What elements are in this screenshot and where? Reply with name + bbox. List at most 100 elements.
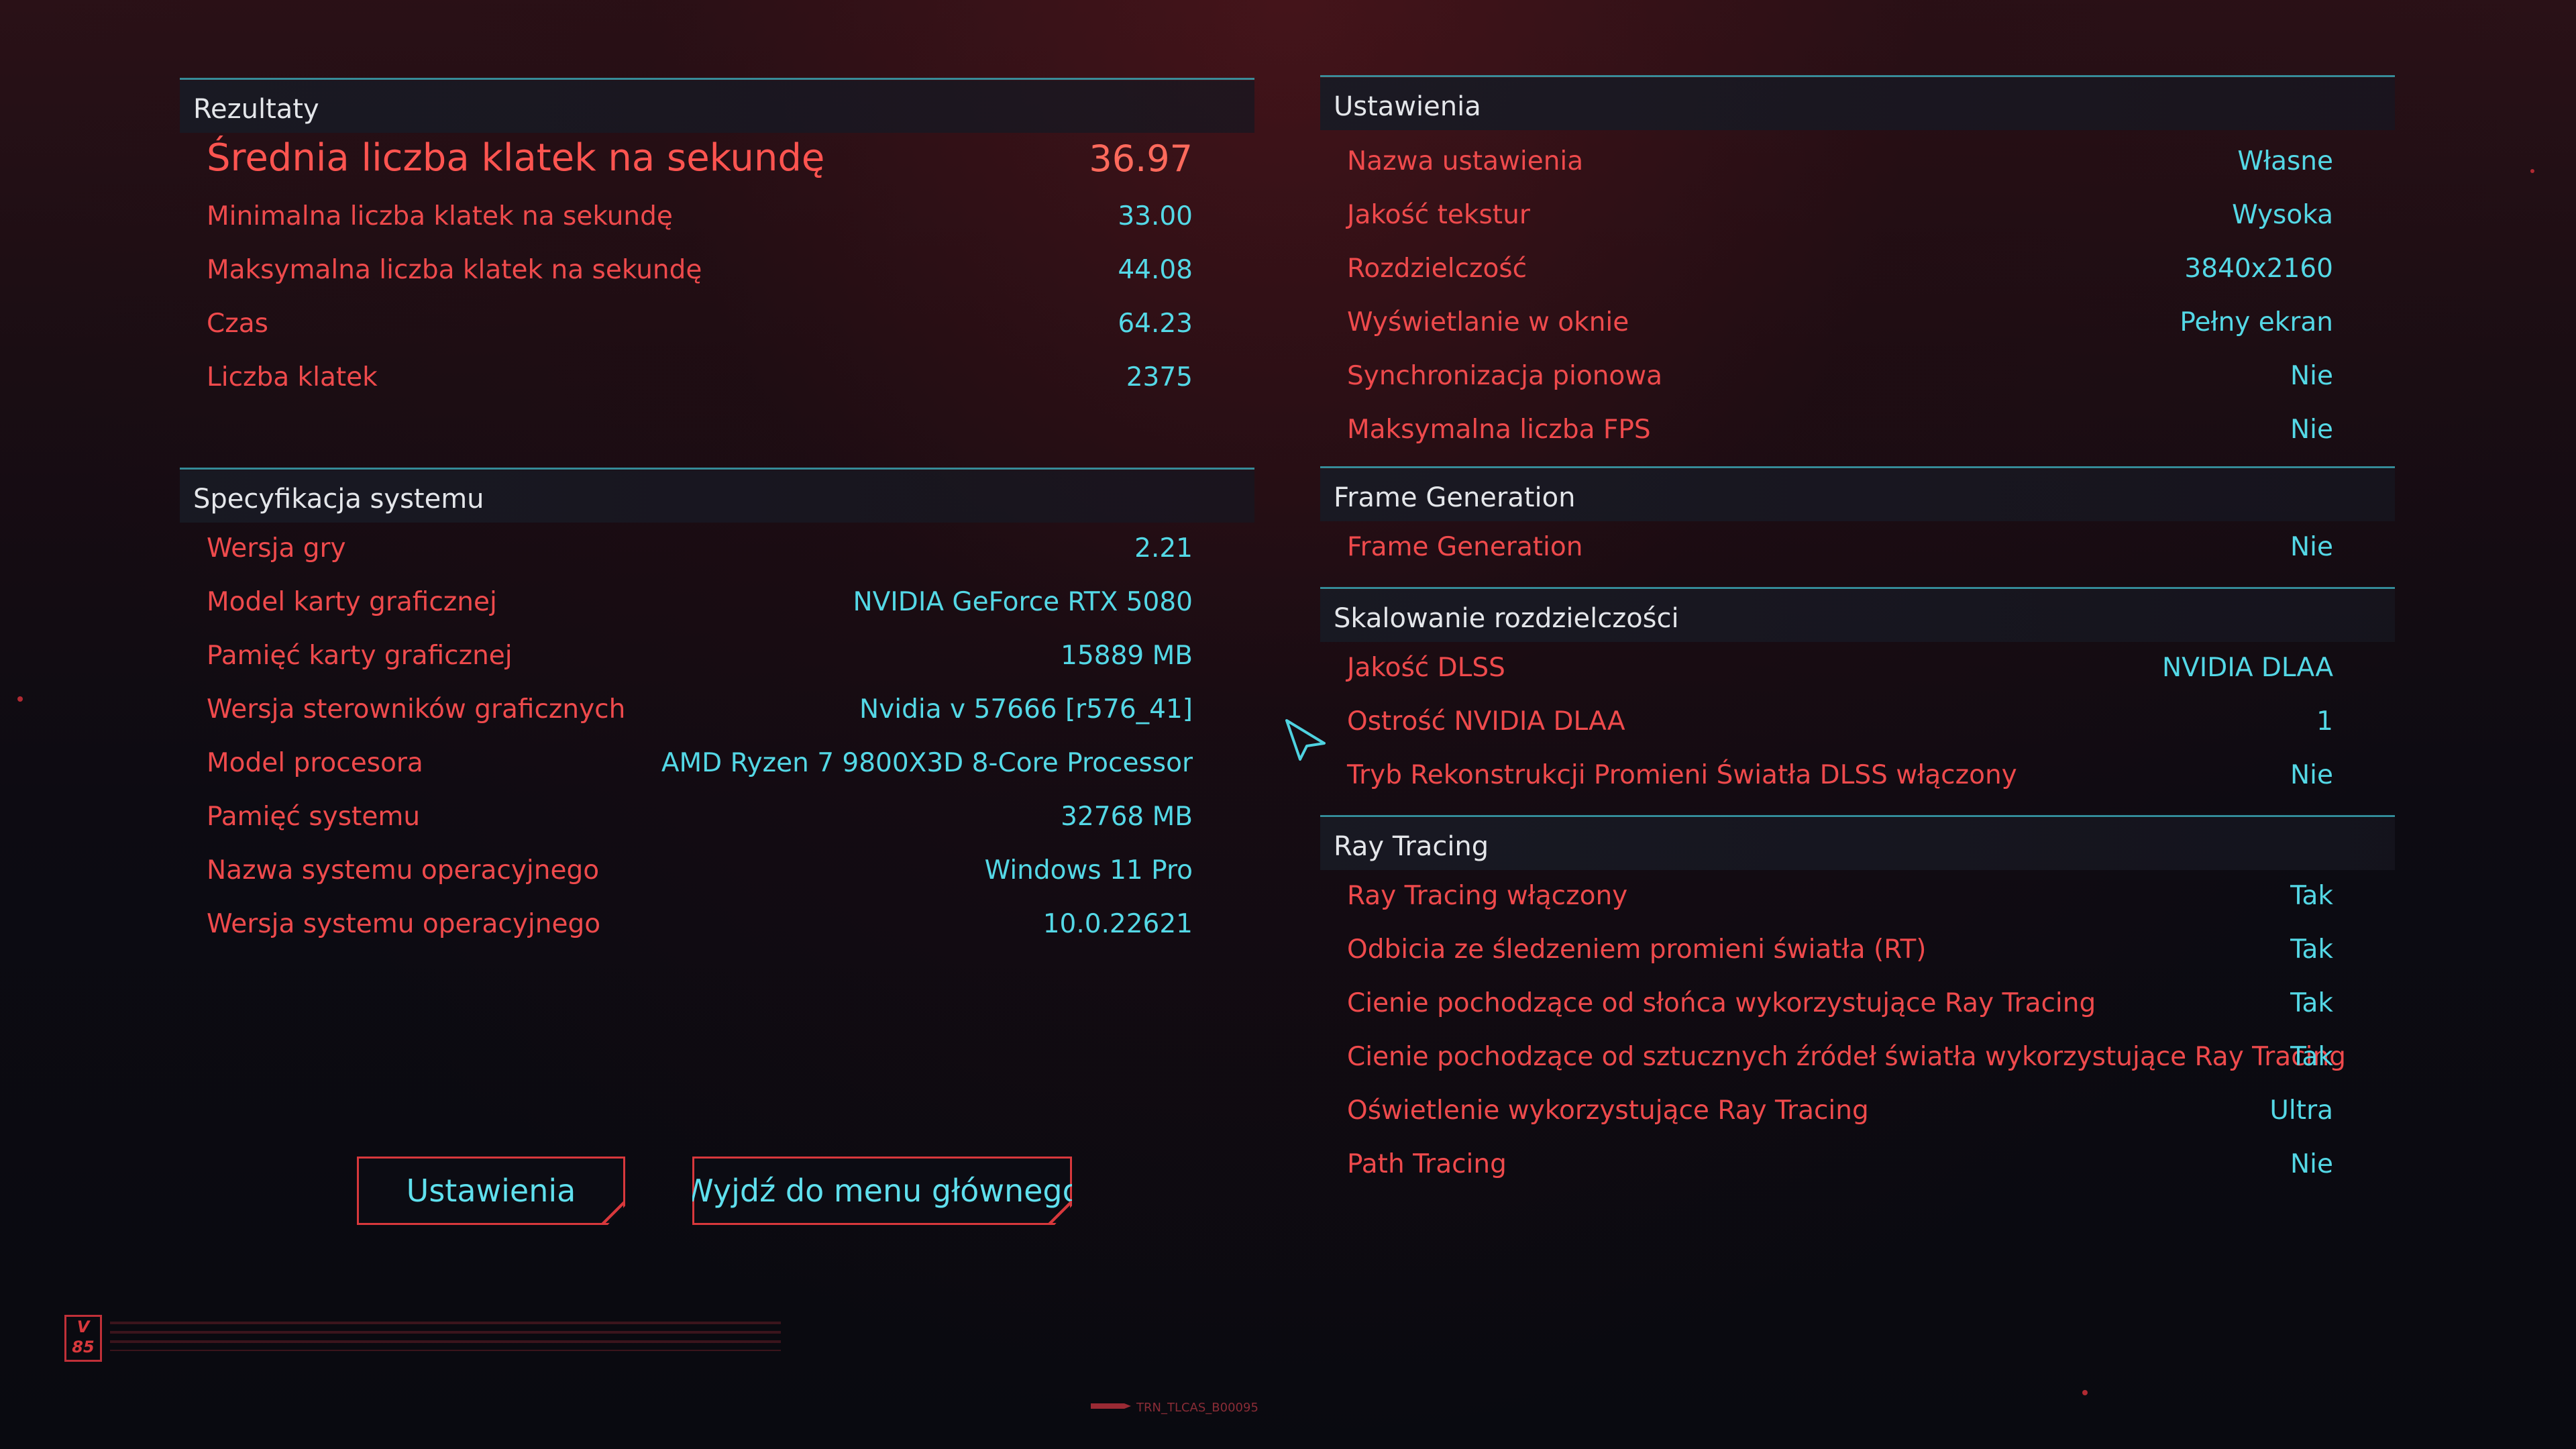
row-value: 64.23 <box>1118 309 1193 339</box>
section-divider <box>180 78 1254 80</box>
row-label: Oświetlenie wykorzystujące Ray Tracing <box>1347 1095 1869 1126</box>
list-item: Wersja sterowników graficznych Nvidia v … <box>180 686 1254 733</box>
min-fps-row: Minimalna liczba klatek na sekundę 33.00 <box>180 193 1254 240</box>
row-value: AMD Ryzen 7 9800X3D 8-Core Processor <box>661 748 1193 778</box>
row-label: Ray Tracing włączony <box>1347 881 1628 911</box>
row-label: Tryb Rekonstrukcji Promieni Światła DLSS… <box>1347 760 2017 790</box>
row-label: Odbicia ze śledzeniem promieni światła (… <box>1347 934 1927 965</box>
row-value: 36.97 <box>1089 138 1193 180</box>
row-label: Cienie pochodzące od sztucznych źródeł ś… <box>1347 1042 2346 1072</box>
section-divider <box>1320 75 2395 77</box>
avg-fps-row: Średnia liczba klatek na sekundę 36.97 <box>180 135 1254 182</box>
settings-title: Ustawienia <box>1334 91 1481 122</box>
list-item: Pamięć systemu 32768 MB <box>180 794 1254 841</box>
list-item: Jakość DLSS NVIDIA DLAA <box>1320 645 2395 692</box>
row-label: Maksymalna liczba klatek na sekundę <box>207 255 702 285</box>
row-label: Wersja gry <box>207 533 346 564</box>
row-value: 2.21 <box>1134 533 1193 564</box>
exit-to-main-menu-button[interactable]: Wyjdź do menu głównego <box>692 1157 1072 1225</box>
row-label: Liczba klatek <box>207 362 378 392</box>
button-corner-decoration <box>1048 1201 1072 1225</box>
row-label: Model procesora <box>207 748 423 778</box>
row-value: 10.0.22621 <box>1042 909 1193 939</box>
row-value: Tak <box>2290 988 2333 1018</box>
row-label: Nazwa systemu operacyjnego <box>207 855 600 885</box>
section-header: Specyfikacja systemu <box>180 470 1254 523</box>
list-item: Rozdzielczość 3840x2160 <box>1320 246 2395 292</box>
section-divider <box>1320 466 2395 468</box>
row-label: Model karty graficznej <box>207 587 497 617</box>
row-value: Nie <box>2290 415 2333 445</box>
pointer-arrow-icon <box>1285 719 1326 761</box>
row-value: Pełny ekran <box>2180 307 2333 337</box>
footer-arrow-icon <box>1091 1403 1131 1409</box>
version-logo: V 85 <box>64 1315 102 1362</box>
row-value: Nie <box>2290 760 2333 790</box>
row-label: Wyświetlanie w oknie <box>1347 307 1629 337</box>
row-value: Nvidia v 57666 [r576_41] <box>859 694 1193 724</box>
list-item: Maksymalna liczba FPS Nie <box>1320 407 2395 453</box>
row-label: Jakość DLSS <box>1347 653 1505 683</box>
results-section: Rezultaty Średnia liczba klatek na sekun… <box>180 78 1254 440</box>
logo-text: V 85 <box>72 1318 95 1356</box>
button-corner-decoration <box>601 1201 625 1225</box>
row-label: Średnia liczba klatek na sekundę <box>207 136 825 180</box>
list-item: Cienie pochodzące od słońca wykorzystują… <box>1320 980 2395 1027</box>
row-label: Frame Generation <box>1347 532 1583 562</box>
row-value: Ultra <box>2269 1095 2333 1126</box>
list-item: Wersja systemu operacyjnego 10.0.22621 <box>180 901 1254 948</box>
footer-fine-print <box>110 1322 781 1351</box>
list-item: Path Tracing Nie <box>1320 1141 2395 1188</box>
row-value: Nie <box>2290 532 2333 562</box>
section-divider <box>1320 815 2395 817</box>
row-label: Maksymalna liczba FPS <box>1347 415 1651 445</box>
side-hud-decoration <box>40 644 54 825</box>
row-value: Tak <box>2290 934 2333 965</box>
row-label: Pamięć systemu <box>207 802 421 832</box>
ray-tracing-title: Ray Tracing <box>1334 831 1489 862</box>
row-label: Jakość tekstur <box>1347 200 1530 230</box>
frame-generation-title: Frame Generation <box>1334 482 1576 513</box>
list-item: Ostrość NVIDIA DLAA 1 <box>1320 698 2395 745</box>
resolution-scaling-section: Skalowanie rozdzielczości Jakość DLSS NV… <box>1320 587 2395 815</box>
row-value: 33.00 <box>1118 201 1193 231</box>
time-row: Czas 64.23 <box>180 301 1254 347</box>
section-header: Ray Tracing <box>1320 818 2395 870</box>
row-value: 15889 MB <box>1061 641 1193 671</box>
row-value: Nie <box>2290 361 2333 391</box>
ray-tracing-section: Ray Tracing Ray Tracing włączony Tak Odb… <box>1320 815 2395 1204</box>
hud-dot <box>2082 1390 2088 1395</box>
settings-button[interactable]: Ustawienia <box>357 1157 625 1225</box>
list-item: Cienie pochodzące od sztucznych źródeł ś… <box>1320 1034 2395 1081</box>
list-item: Oświetlenie wykorzystujące Ray Tracing U… <box>1320 1087 2395 1134</box>
section-divider <box>1320 587 2395 589</box>
row-value: Własne <box>2237 146 2333 176</box>
row-label: Rozdzielczość <box>1347 254 1527 284</box>
row-value: NVIDIA GeForce RTX 5080 <box>853 587 1193 617</box>
section-header: Frame Generation <box>1320 469 2395 521</box>
row-label: Pamięć karty graficznej <box>207 641 513 671</box>
list-item: Nazwa ustawienia Własne <box>1320 138 2395 185</box>
settings-button-label: Ustawienia <box>406 1173 576 1209</box>
row-value: Wysoka <box>2232 200 2333 230</box>
row-value: Tak <box>2290 881 2333 911</box>
section-header: Ustawienia <box>1320 78 2395 130</box>
list-item: Model karty graficznej NVIDIA GeForce RT… <box>180 579 1254 626</box>
row-label: Minimalna liczba klatek na sekundę <box>207 201 673 231</box>
row-value: Tak <box>2290 1042 2333 1072</box>
row-value: NVIDIA DLAA <box>2161 653 2333 683</box>
right-panel: Ustawienia Nazwa ustawienia Własne Jakoś… <box>1320 0 2395 1208</box>
settings-section: Ustawienia Nazwa ustawienia Własne Jakoś… <box>1320 75 2395 464</box>
results-title: Rezultaty <box>193 94 319 125</box>
scaling-title: Skalowanie rozdzielczości <box>1334 603 1679 634</box>
list-item: Wyświetlanie w oknie Pełny ekran <box>1320 299 2395 346</box>
list-item: Wersja gry 2.21 <box>180 525 1254 572</box>
row-label: Synchronizacja pionowa <box>1347 361 1663 391</box>
row-label: Wersja systemu operacyjnego <box>207 909 601 939</box>
section-header: Skalowanie rozdzielczości <box>1320 590 2395 642</box>
row-value: Nie <box>2290 1149 2333 1179</box>
exit-button-label: Wyjdź do menu głównego <box>683 1173 1081 1209</box>
build-id-label: TRN_TLCAS_B00095 <box>1136 1401 1258 1415</box>
list-item: Nazwa systemu operacyjnego Windows 11 Pr… <box>180 847 1254 894</box>
list-item: Pamięć karty graficznej 15889 MB <box>180 633 1254 680</box>
